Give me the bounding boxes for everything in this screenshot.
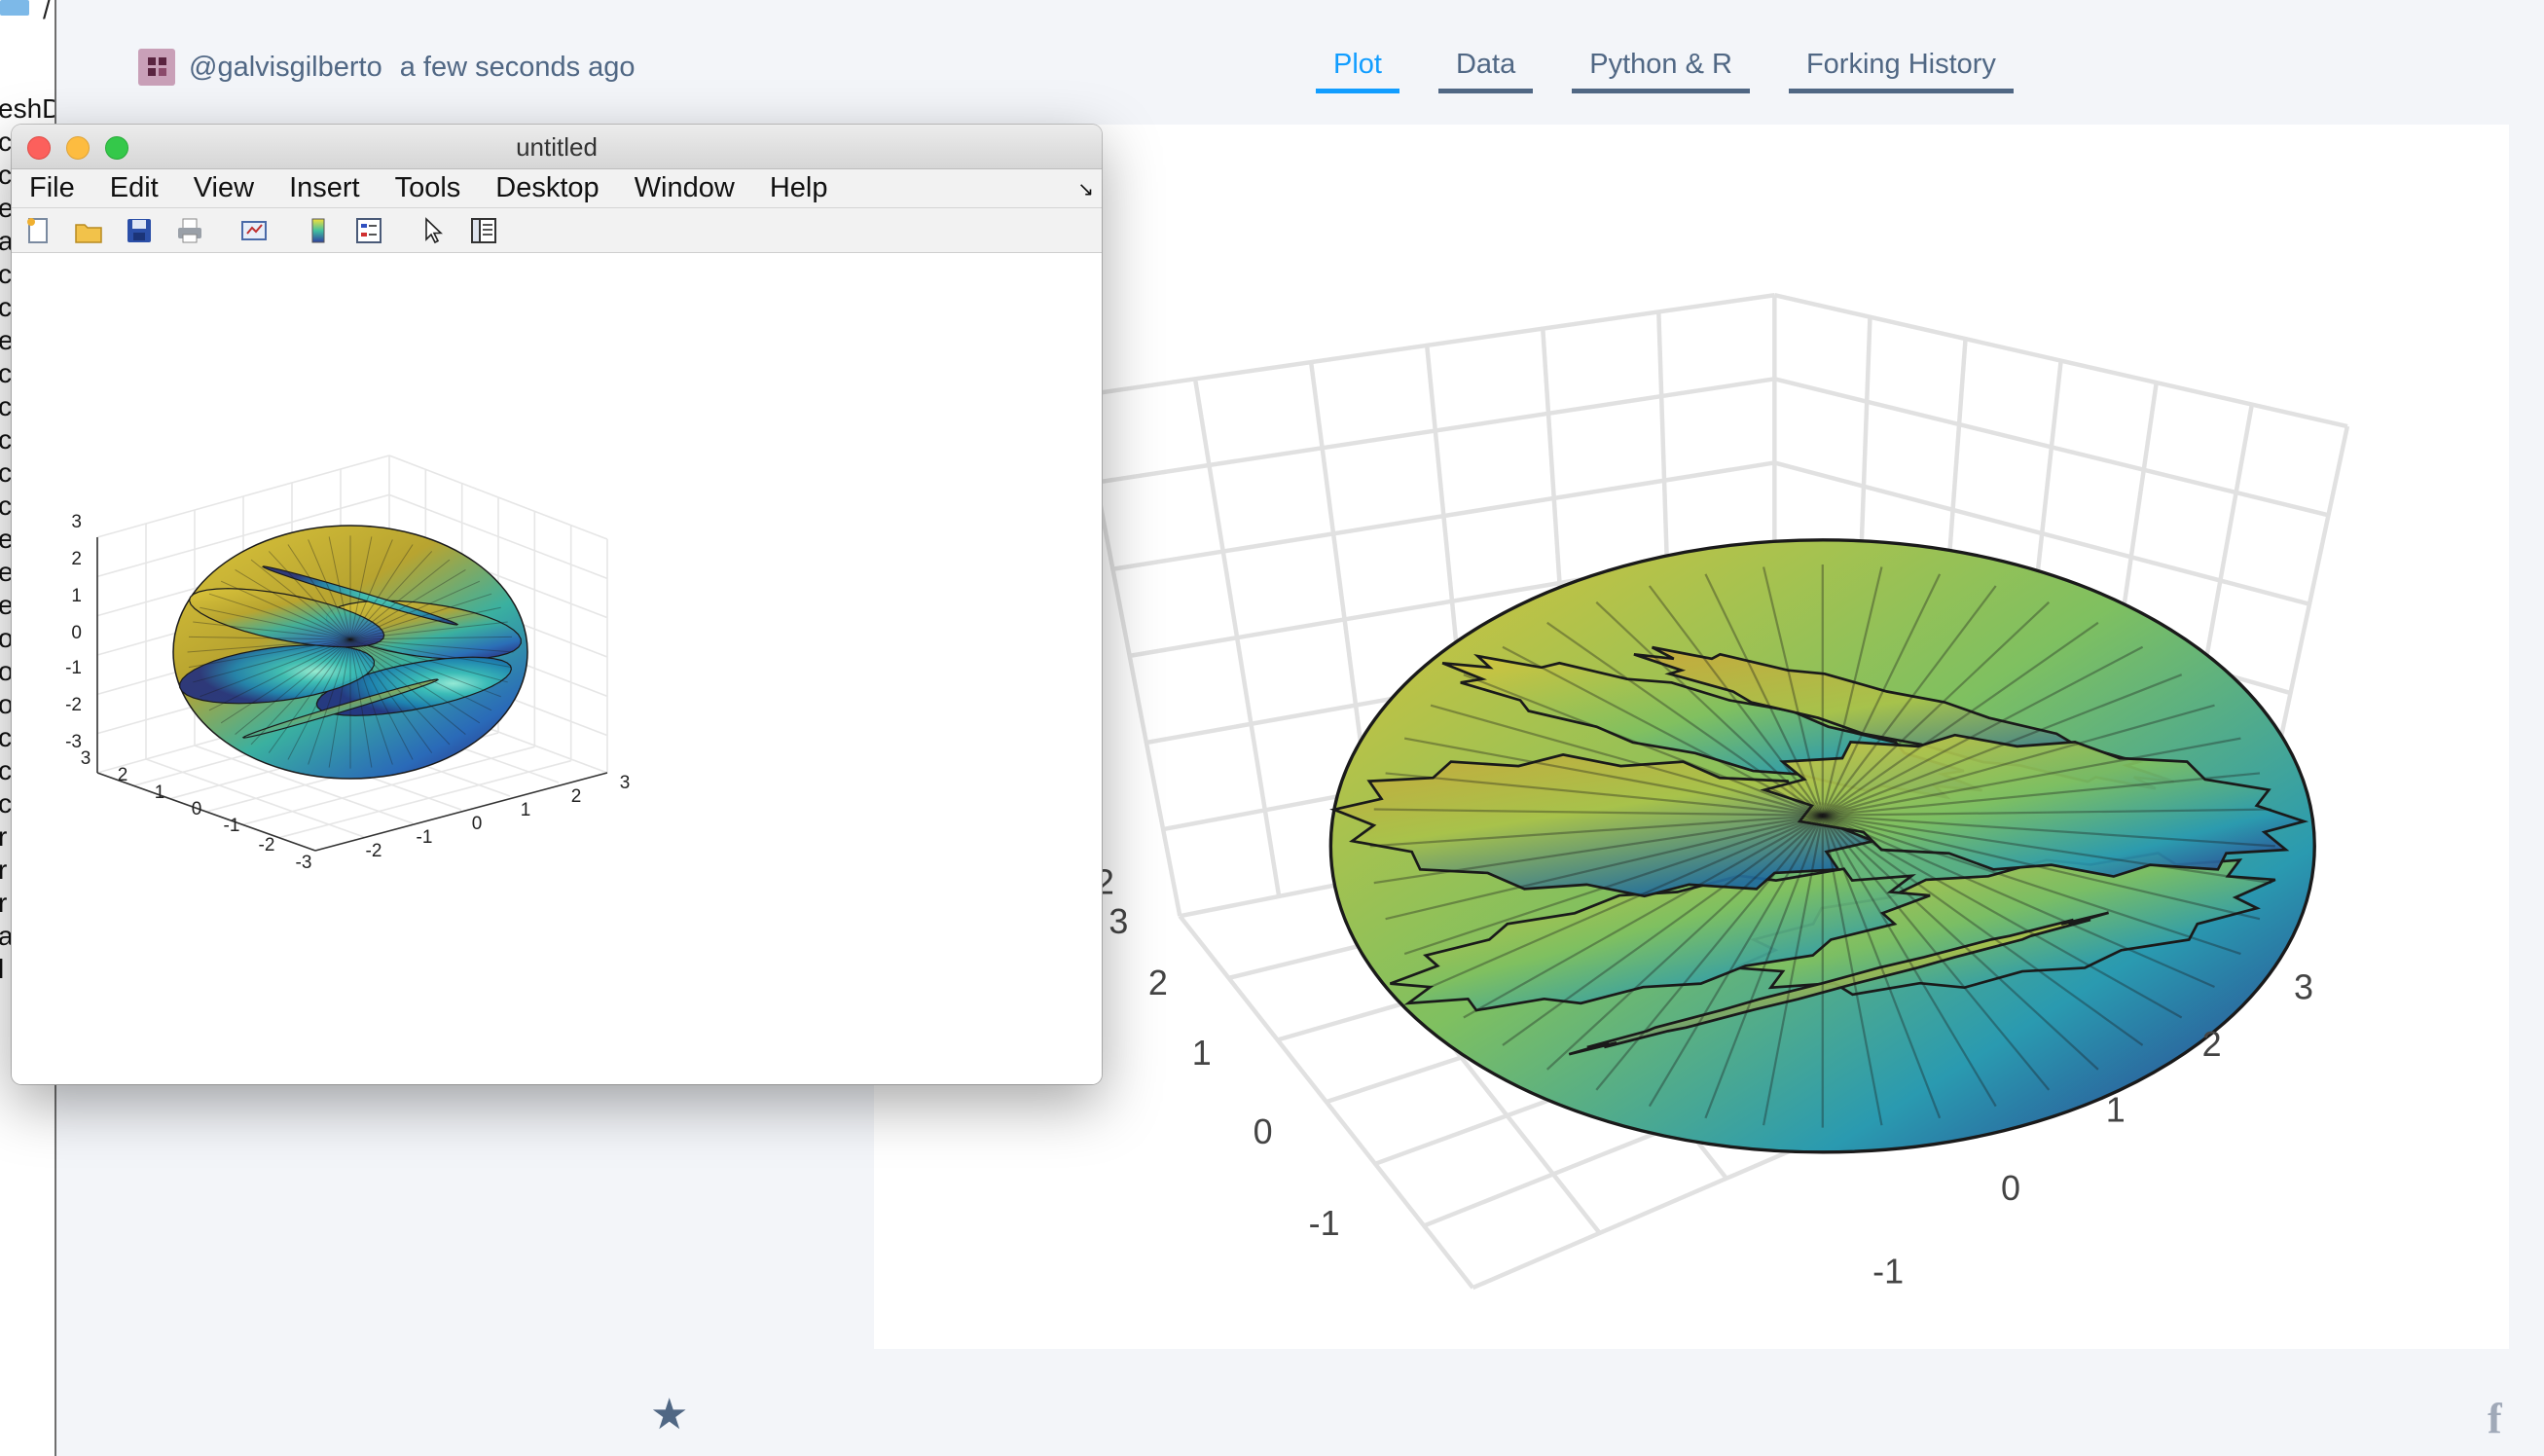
y-tick-label: 2 — [118, 765, 128, 785]
file-list-fragment: c — [0, 160, 12, 191]
x-tick-label: 1 — [521, 800, 531, 820]
x-tick-label: -2 — [366, 841, 382, 861]
file-list-fragment: eshDe — [0, 93, 55, 124]
file-list-fragment: r — [0, 888, 7, 919]
z-tick-label: 2 — [71, 549, 82, 569]
tab-python-r[interactable]: Python & R — [1572, 49, 1750, 93]
menu-view[interactable]: View — [194, 172, 254, 204]
x-tick-label: 2 — [571, 786, 582, 807]
tab-plot[interactable]: Plot — [1316, 49, 1399, 93]
save-icon[interactable] — [123, 214, 156, 247]
y-tick-label: -1 — [224, 816, 240, 836]
plot-card: -2-10123-10123-10123 — [874, 125, 2509, 1349]
y-tick-label: 0 — [192, 799, 202, 819]
tab-forking-history[interactable]: Forking History — [1788, 49, 2014, 93]
link-plot-icon[interactable] — [237, 214, 271, 247]
figure-toolbar — [12, 208, 1102, 253]
x-tick-label: 0 — [472, 814, 483, 834]
avatar[interactable] — [138, 49, 175, 86]
facebook-share-icon[interactable]: f — [2488, 1394, 2502, 1443]
folder-icon — [0, 0, 29, 16]
y-tick-label: 0 — [1254, 1111, 1273, 1151]
file-list-fragment: r — [0, 855, 7, 886]
file-list-fragment: c — [0, 259, 12, 290]
x-tick-label: 0 — [2001, 1168, 2020, 1208]
window-title: untitled — [516, 132, 598, 162]
menu-insert[interactable]: Insert — [289, 172, 360, 204]
new-figure-icon[interactable] — [21, 214, 55, 247]
print-icon[interactable] — [173, 214, 206, 247]
plot-author: @galvisgilberto a few seconds ago — [138, 49, 636, 86]
matlab-surface-mesh — [172, 525, 528, 780]
y-tick-label: 2 — [1148, 963, 1168, 1002]
menu-desktop[interactable]: Desktop — [495, 172, 599, 204]
file-list-fragment: c — [0, 127, 12, 158]
plotly-3d-surface-plot[interactable]: -2-10123-10123-10123 — [874, 125, 2509, 1349]
z-tick-label: 3 — [71, 512, 82, 532]
file-list-fragment: c — [0, 457, 12, 489]
figure-canvas[interactable]: -3 -2 -1 0 1 2 3 -3 -2 -1 0 1 2 3 -2 -1 0 1 2 3 — [12, 255, 1102, 1084]
file-list-fragment: c — [0, 391, 12, 422]
author-username[interactable]: @galvisgilberto — [189, 52, 382, 84]
property-inspector-icon[interactable] — [467, 214, 500, 247]
y-tick-label: -1 — [1309, 1203, 1340, 1243]
menu-help[interactable]: Help — [770, 172, 828, 204]
file-list-fragment: r — [0, 821, 7, 853]
file-list-fragment: c — [0, 755, 12, 786]
y-tick-label: 1 — [1192, 1033, 1212, 1073]
menu-edit[interactable]: Edit — [110, 172, 159, 204]
x-tick-label: -1 — [1872, 1252, 1904, 1292]
y-tick-label: -3 — [296, 853, 312, 873]
file-list-fragment: c — [0, 722, 12, 753]
menu-window[interactable]: Window — [635, 172, 735, 204]
menu-file[interactable]: File — [29, 172, 75, 204]
x-tick-label: 1 — [2106, 1089, 2126, 1129]
x-tick-label: 3 — [2294, 967, 2313, 1007]
matlab-figure-window[interactable]: untitled File Edit View Insert Tools Des… — [12, 125, 1102, 1084]
window-titlebar[interactable]: untitled — [12, 125, 1102, 169]
dock-figure-icon[interactable]: ↘ — [1077, 177, 1094, 201]
view-tabs: Plot Data Python & R Forking History — [1316, 49, 2014, 93]
matlab-3d-surface-plot[interactable]: -3-2-10123-3-2-10123-2-10123 — [12, 255, 1102, 1084]
open-file-icon[interactable] — [72, 214, 105, 247]
menu-tools[interactable]: Tools — [395, 172, 461, 204]
menu-bar: File Edit View Insert Tools Desktop Wind… — [12, 169, 1102, 208]
y-tick-label: 1 — [155, 783, 165, 803]
favorite-star-icon[interactable]: ★ — [650, 1390, 688, 1439]
z-tick-label: 1 — [71, 586, 82, 606]
y-tick-label: -2 — [259, 835, 275, 855]
y-tick-label: 3 — [1108, 901, 1128, 941]
post-timestamp: a few seconds ago — [399, 51, 636, 83]
y-tick-label: 3 — [81, 748, 91, 769]
x-tick-label: 3 — [620, 773, 631, 793]
file-list-fragment: c — [0, 788, 12, 819]
x-tick-label: -1 — [417, 827, 433, 848]
file-list-fragment: c — [0, 424, 12, 455]
file-list-fragment: c — [0, 292, 12, 323]
z-tick-label: -2 — [65, 695, 82, 715]
z-tick-label: -3 — [65, 732, 82, 752]
file-list-fragment: l — [0, 954, 4, 985]
colorbar-icon[interactable] — [302, 214, 335, 247]
plotly-surface-mesh — [1328, 538, 2316, 1154]
z-tick-label: 0 — [71, 623, 82, 643]
pointer-icon[interactable] — [417, 214, 450, 247]
tab-data[interactable]: Data — [1437, 49, 1534, 93]
file-list-fragment: c — [0, 358, 12, 389]
legend-icon[interactable] — [352, 214, 385, 247]
x-tick-label: 2 — [2202, 1024, 2222, 1064]
path-separator: / — [43, 0, 51, 24]
z-tick-label: -1 — [65, 658, 82, 678]
file-list-fragment: c — [0, 491, 12, 522]
